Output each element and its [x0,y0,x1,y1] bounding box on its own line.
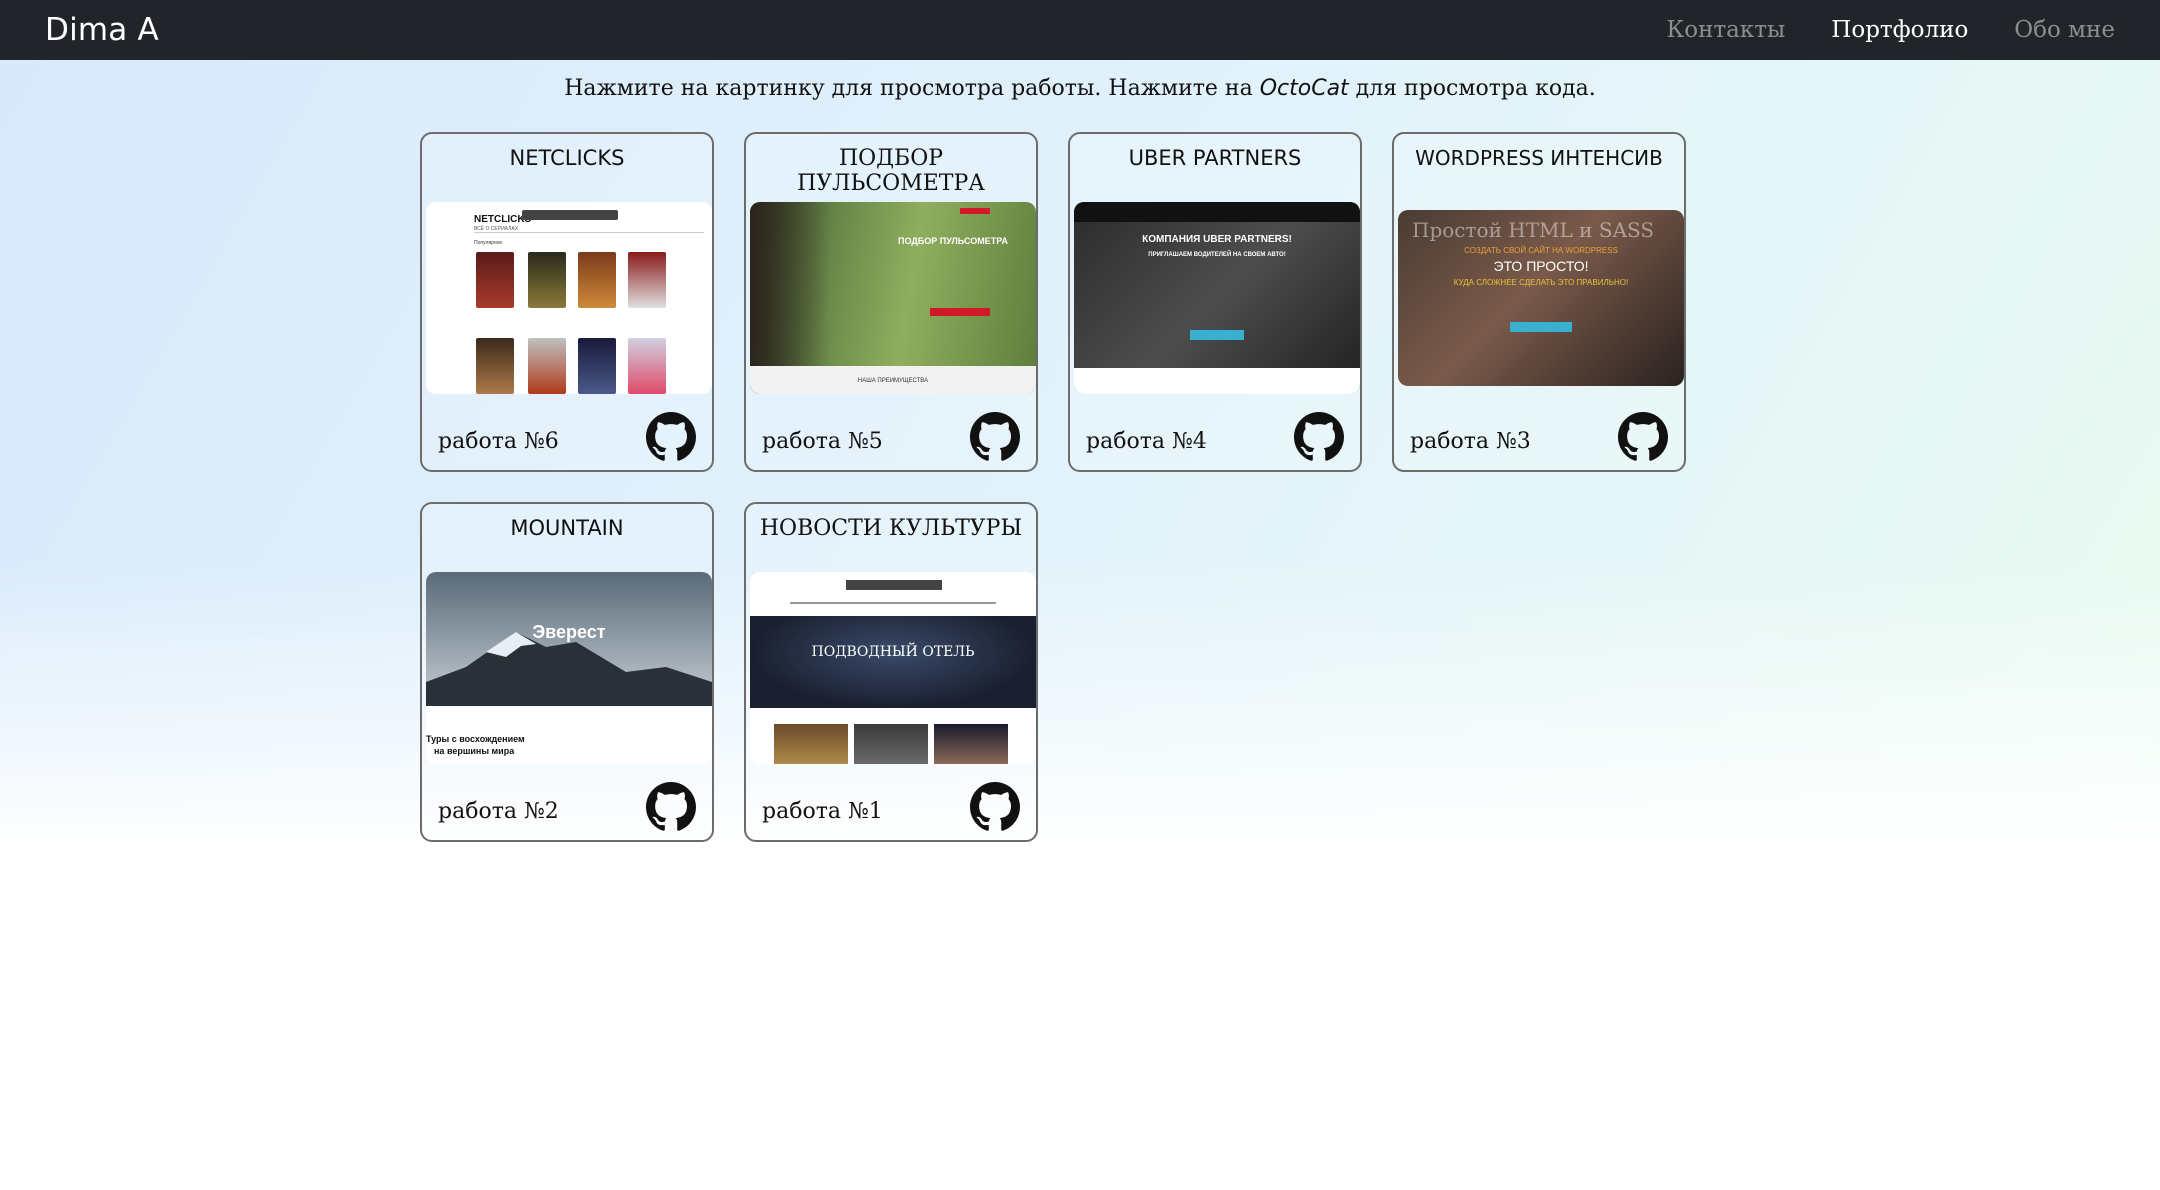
thumb-text: ПРИГЛАШАЕМ ВОДИТЕЛЕЙ НА СВОЕМ АВТО! [1148,252,1286,258]
thumb-text: КУДА СЛОЖНЕЕ СДЕЛАТЬ ЭТО ПРАВИЛЬНО! [1453,278,1629,287]
project-thumbnail-mountain[interactable]: Эверест Туры с восхождением на вершины м… [426,572,712,764]
project-thumbnail-netclicks[interactable]: NETCLICKS ВСЁ О СЕРИАЛАХ Популярное [426,202,712,394]
project-thumbnail-pulse[interactable]: ПОДБОР ПУЛЬСОМЕТРА НАША ПРЕИМУЩЕСТВА [750,202,1036,394]
card-caption: работа №4 [1086,429,1207,454]
github-icon[interactable] [1618,412,1668,462]
card-title: MOUNTAIN [510,516,624,540]
instructions-text: Нажмите на картинку для просмотра работы… [0,76,2160,101]
portfolio-card: NETCLICKS NETCLICKS ВСЁ О СЕРИАЛАХ Попул… [420,132,714,472]
thumb-text: Популярное [474,240,503,246]
project-thumbnail-uber[interactable]: КОМПАНИЯ UBER PARTNERS! ПРИГЛАШАЕМ ВОДИТ… [1074,202,1360,394]
thumb-nav [1074,202,1360,222]
thumb-search-bar [522,210,618,220]
thumb-photo [774,724,848,764]
thumb-footer [1074,368,1360,394]
thumb-poster [476,252,514,308]
thumb-photo [934,724,1008,764]
nav-link-contacts[interactable]: Контакты [1666,17,1785,43]
thumb-button [1510,322,1572,332]
thumb-text: НАША ПРЕИМУЩЕСТВА [857,378,929,384]
instructions-part: Нажмите на картинку для просмотра работы… [564,76,1260,101]
github-icon[interactable] [646,782,696,832]
card-title: ПОДБОР ПУЛЬСОМЕТРА [797,146,985,196]
thumb-text: на вершины мира [434,746,515,756]
portfolio-card: НОВОСТИ КУЛЬТУРЫ ПОДВОДНЫЙ ОТЕЛЬ работа … [744,502,1038,842]
thumb-poster [578,338,616,394]
portfolio-card: ПОДБОР ПУЛЬСОМЕТРА ПОДБОР ПУЛЬСОМЕТРА НА… [744,132,1038,472]
thumb-poster [528,252,566,308]
card-caption: работа №3 [1410,429,1531,454]
thumb-header-button [960,208,990,214]
github-icon[interactable] [646,412,696,462]
project-thumbnail-news[interactable]: ПОДВОДНЫЙ ОТЕЛЬ [750,572,1036,764]
thumb-poster [578,252,616,308]
thumb-text: СОЗДАТЬ СВОЙ САЙТ НА WORDPRESS [1464,246,1618,255]
thumb-menu-line [790,602,996,604]
thumb-poster [528,338,566,394]
thumb-text: ПОДВОДНЫЙ ОТЕЛЬ [811,644,975,660]
card-caption: работа №6 [438,429,559,454]
navbar: Dima A Контакты Портфолио Обо мне [0,0,2160,60]
thumb-text: Эверест [532,622,606,642]
octocat-word: OctoCat [1259,76,1349,101]
thumb-text: ПОДБОР ПУЛЬСОМЕТРА [897,236,1008,246]
portfolio-card: MOUNTAIN Эверест Туры с восхождением на … [420,502,714,842]
thumb-hero [750,616,1036,708]
github-icon[interactable] [970,412,1020,462]
thumb-poster [476,338,514,394]
thumb-button [1190,330,1244,340]
thumb-photo [854,724,928,764]
github-icon[interactable] [970,782,1020,832]
card-caption: работа №5 [762,429,883,454]
card-title: UBER PARTNERS [1128,146,1302,170]
github-icon[interactable] [1294,412,1344,462]
nav-links: Контакты Портфолио Обо мне [1666,17,2115,43]
brand-logo[interactable]: Dima A [45,12,159,48]
thumb-poster [628,338,666,394]
nav-link-about[interactable]: Обо мне [2014,17,2115,43]
thumb-text: КОМПАНИЯ UBER PARTNERS! [1142,234,1292,245]
thumb-divider [474,232,704,233]
thumb-header-bar [846,580,942,590]
instructions-part: для просмотра кода. [1348,76,1596,101]
thumb-text: ЭТО ПРОСТО! [1493,258,1589,274]
nav-link-portfolio[interactable]: Портфолио [1831,17,1968,43]
portfolio-card: WORDPRESS ИНТЕНСИВ Простой HTML и SASS С… [1392,132,1686,472]
card-title: НОВОСТИ КУЛЬТУРЫ [759,516,1023,541]
project-thumbnail-wordpress[interactable]: Простой HTML и SASS СОЗДАТЬ СВОЙ САЙТ НА… [1398,210,1684,386]
card-title: NETCLICKS [509,146,625,170]
thumb-text: Туры с восхождением [426,734,525,744]
card-caption: работа №1 [762,799,883,824]
thumb-button [930,308,990,316]
thumb-poster [628,252,666,308]
card-caption: работа №2 [438,799,559,824]
card-title: WORDPRESS ИНТЕНСИВ [1415,146,1663,170]
portfolio-card: UBER PARTNERS КОМПАНИЯ UBER PARTNERS! ПР… [1068,132,1362,472]
portfolio-grid: NETCLICKS NETCLICKS ВСЁ О СЕРИАЛАХ Попул… [420,132,1686,842]
thumb-text: Простой HTML и SASS [1412,218,1655,242]
